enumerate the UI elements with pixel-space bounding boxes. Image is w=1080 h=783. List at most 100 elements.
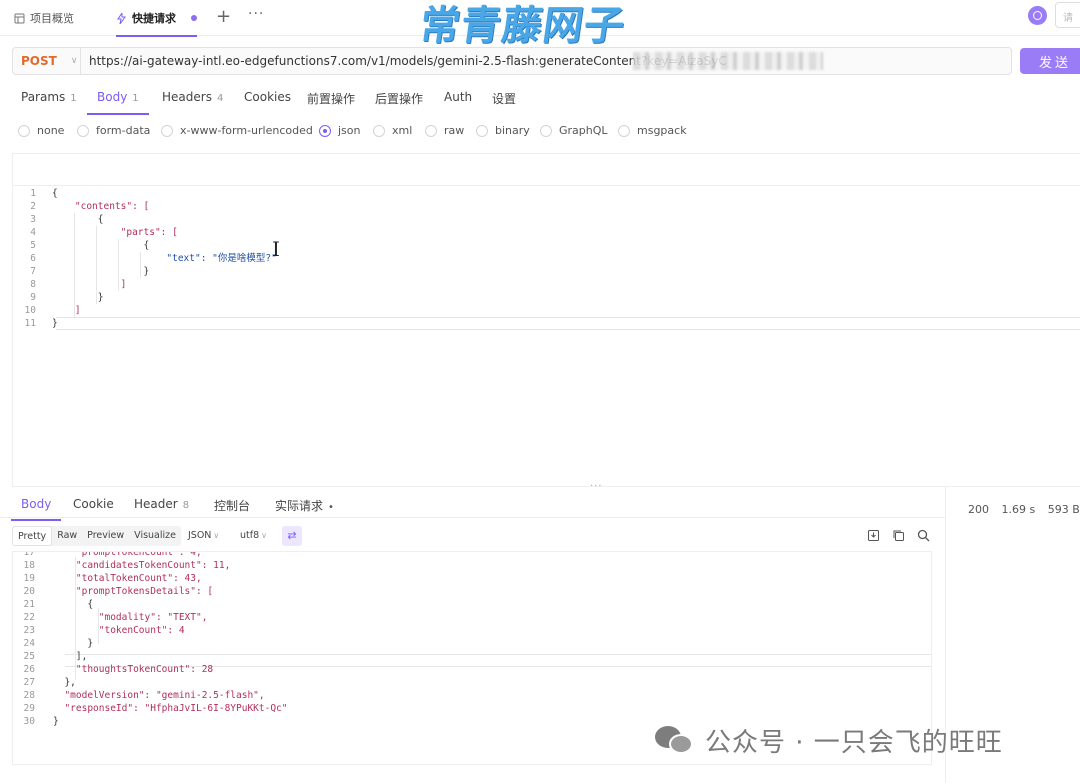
tab-response-header[interactable]: Header 8 bbox=[134, 497, 189, 511]
encoding-select[interactable]: utf8 ∨ bbox=[240, 530, 267, 541]
tab-post-ops[interactable]: 后置操作 bbox=[375, 90, 423, 107]
radio-circle-icon bbox=[425, 124, 437, 137]
radio-circle-icon bbox=[476, 124, 488, 137]
top-search-input[interactable]: 请 bbox=[1055, 2, 1080, 28]
line-number: 27 bbox=[23, 677, 35, 688]
line-number: 4 bbox=[30, 227, 36, 238]
format-label: JSON bbox=[188, 530, 212, 541]
radio-circle-icon bbox=[18, 124, 30, 137]
tab-cookies[interactable]: Cookies bbox=[244, 90, 291, 104]
send-button[interactable]: 发送 bbox=[1020, 48, 1080, 74]
tab-response-body[interactable]: Body bbox=[10, 497, 62, 521]
tab-console[interactable]: 控制台 bbox=[214, 497, 250, 514]
watermark-text: 公众号 · 一只会飞的旺旺 bbox=[705, 728, 1003, 758]
encoding-label: utf8 bbox=[240, 530, 260, 541]
watermark-logo: 常青藤网子 bbox=[416, 3, 629, 49]
line-text: "promptTokensDetails": [ bbox=[53, 586, 214, 597]
tab-actual-request[interactable]: 实际请求 • bbox=[275, 497, 334, 514]
body-type-group: none form-data x-www-form-urlencoded jso… bbox=[0, 124, 1080, 144]
view-visualize[interactable]: Visualize bbox=[129, 526, 181, 546]
add-tab-icon[interactable]: + bbox=[216, 7, 231, 27]
radio-json[interactable]: json bbox=[319, 124, 361, 137]
tab-project-overview[interactable]: 项目概览 bbox=[14, 0, 74, 36]
line-text: } bbox=[52, 292, 104, 303]
line-number: 19 bbox=[23, 573, 35, 584]
line-text: "responseId": "HfphaJvIL-6I-8YPuKKt-Qc" bbox=[53, 703, 288, 714]
tab-pre-ops[interactable]: 前置操作 bbox=[307, 90, 355, 107]
search-icon[interactable] bbox=[917, 529, 930, 542]
line-text: "tokenCount": 4 bbox=[53, 625, 185, 636]
app-window: 项目概览 快捷请求 + ··· 请 常青藤网子 POST ∨ https://a… bbox=[0, 0, 1080, 783]
tab-label: Body bbox=[21, 497, 52, 511]
tab-headers[interactable]: Headers 4 bbox=[162, 90, 223, 104]
radio-circle-icon bbox=[618, 124, 630, 137]
line-text: "candidatesTokenCount": 11, bbox=[53, 560, 231, 571]
line-text: { bbox=[52, 188, 58, 199]
radio-label: form-data bbox=[96, 124, 151, 137]
method-label: POST bbox=[21, 54, 57, 68]
tab-response-cookie[interactable]: Cookie bbox=[73, 497, 114, 511]
tab-settings[interactable]: 设置 bbox=[492, 90, 516, 107]
line-number: 21 bbox=[23, 599, 35, 610]
radio-graphql[interactable]: GraphQL bbox=[540, 124, 608, 137]
radio-xml[interactable]: xml bbox=[373, 124, 412, 137]
radio-raw[interactable]: raw bbox=[425, 124, 464, 137]
response-toolbar: Pretty Raw Preview Visualize JSON ∨ utf8 ∨… bbox=[12, 526, 932, 548]
line-number: 29 bbox=[23, 703, 35, 714]
tab-label: 实际请求 bbox=[275, 499, 324, 513]
radio-label: none bbox=[37, 124, 65, 137]
line-number: 8 bbox=[30, 279, 36, 290]
tab-params[interactable]: Params 1 bbox=[21, 90, 77, 104]
view-pretty[interactable]: Pretty bbox=[12, 526, 53, 546]
line-text: "modality": "TEXT", bbox=[53, 612, 208, 623]
tab-label: 快捷请求 bbox=[132, 12, 176, 25]
chevron-down-icon: ∨ bbox=[70, 56, 78, 66]
line-number: 10 bbox=[24, 305, 36, 316]
editor-toolbar bbox=[13, 154, 1080, 186]
format-select[interactable]: JSON ∨ bbox=[188, 530, 219, 541]
status-icon[interactable] bbox=[1028, 6, 1047, 25]
radio-urlencoded[interactable]: x-www-form-urlencoded bbox=[161, 124, 313, 137]
line-text: } bbox=[53, 716, 59, 727]
scroll-marker bbox=[931, 663, 932, 665]
copy-icon[interactable] bbox=[892, 529, 905, 542]
tab-count: 1 bbox=[132, 93, 139, 104]
overview-icon bbox=[14, 13, 25, 23]
text-cursor-icon: I bbox=[272, 237, 280, 261]
line-number: 24 bbox=[23, 638, 35, 649]
radio-binary[interactable]: binary bbox=[476, 124, 530, 137]
line-number: 20 bbox=[23, 586, 35, 597]
radio-msgpack[interactable]: msgpack bbox=[618, 124, 687, 137]
radio-circle-icon bbox=[77, 124, 89, 137]
radio-label: raw bbox=[444, 124, 465, 137]
url-bar: POST ∨ https://ai-gateway-intl.eo-edgefu… bbox=[12, 47, 1012, 75]
method-select[interactable]: POST ∨ bbox=[13, 48, 81, 74]
radio-label: xml bbox=[392, 124, 413, 137]
line-number: 25 bbox=[23, 651, 35, 662]
view-mode-switch: Pretty Raw Preview Visualize bbox=[12, 526, 181, 546]
response-time: 1.69 s bbox=[1001, 503, 1036, 516]
line-text: }, bbox=[53, 677, 76, 688]
tab-label: 后置操作 bbox=[375, 92, 424, 106]
line-text: } bbox=[53, 638, 94, 649]
status-code: 200 bbox=[968, 503, 989, 516]
line-text: { bbox=[52, 240, 150, 251]
tab-quick-request[interactable]: 快捷请求 bbox=[116, 0, 197, 37]
line-text: "parts": [ bbox=[52, 227, 178, 238]
more-icon[interactable]: ··· bbox=[248, 6, 264, 22]
radio-form-data[interactable]: form-data bbox=[77, 124, 150, 137]
wrap-lines-icon[interactable]: ⇄ bbox=[282, 526, 302, 546]
radio-label: binary bbox=[495, 124, 530, 137]
view-raw[interactable]: Raw bbox=[52, 526, 82, 546]
download-icon[interactable] bbox=[867, 529, 880, 542]
line-number: 17 bbox=[23, 551, 35, 558]
line-text: { bbox=[53, 599, 94, 610]
radio-circle-icon bbox=[540, 124, 552, 137]
line-number: 5 bbox=[30, 240, 36, 251]
tab-auth[interactable]: Auth bbox=[444, 90, 472, 104]
watermark-account: 公众号 · 一只会飞的旺旺 bbox=[655, 722, 1003, 759]
tab-body[interactable]: Body 1 bbox=[87, 90, 149, 115]
tab-label: 项目概览 bbox=[30, 12, 74, 25]
radio-none[interactable]: none bbox=[18, 124, 64, 137]
view-preview[interactable]: Preview bbox=[82, 526, 129, 546]
